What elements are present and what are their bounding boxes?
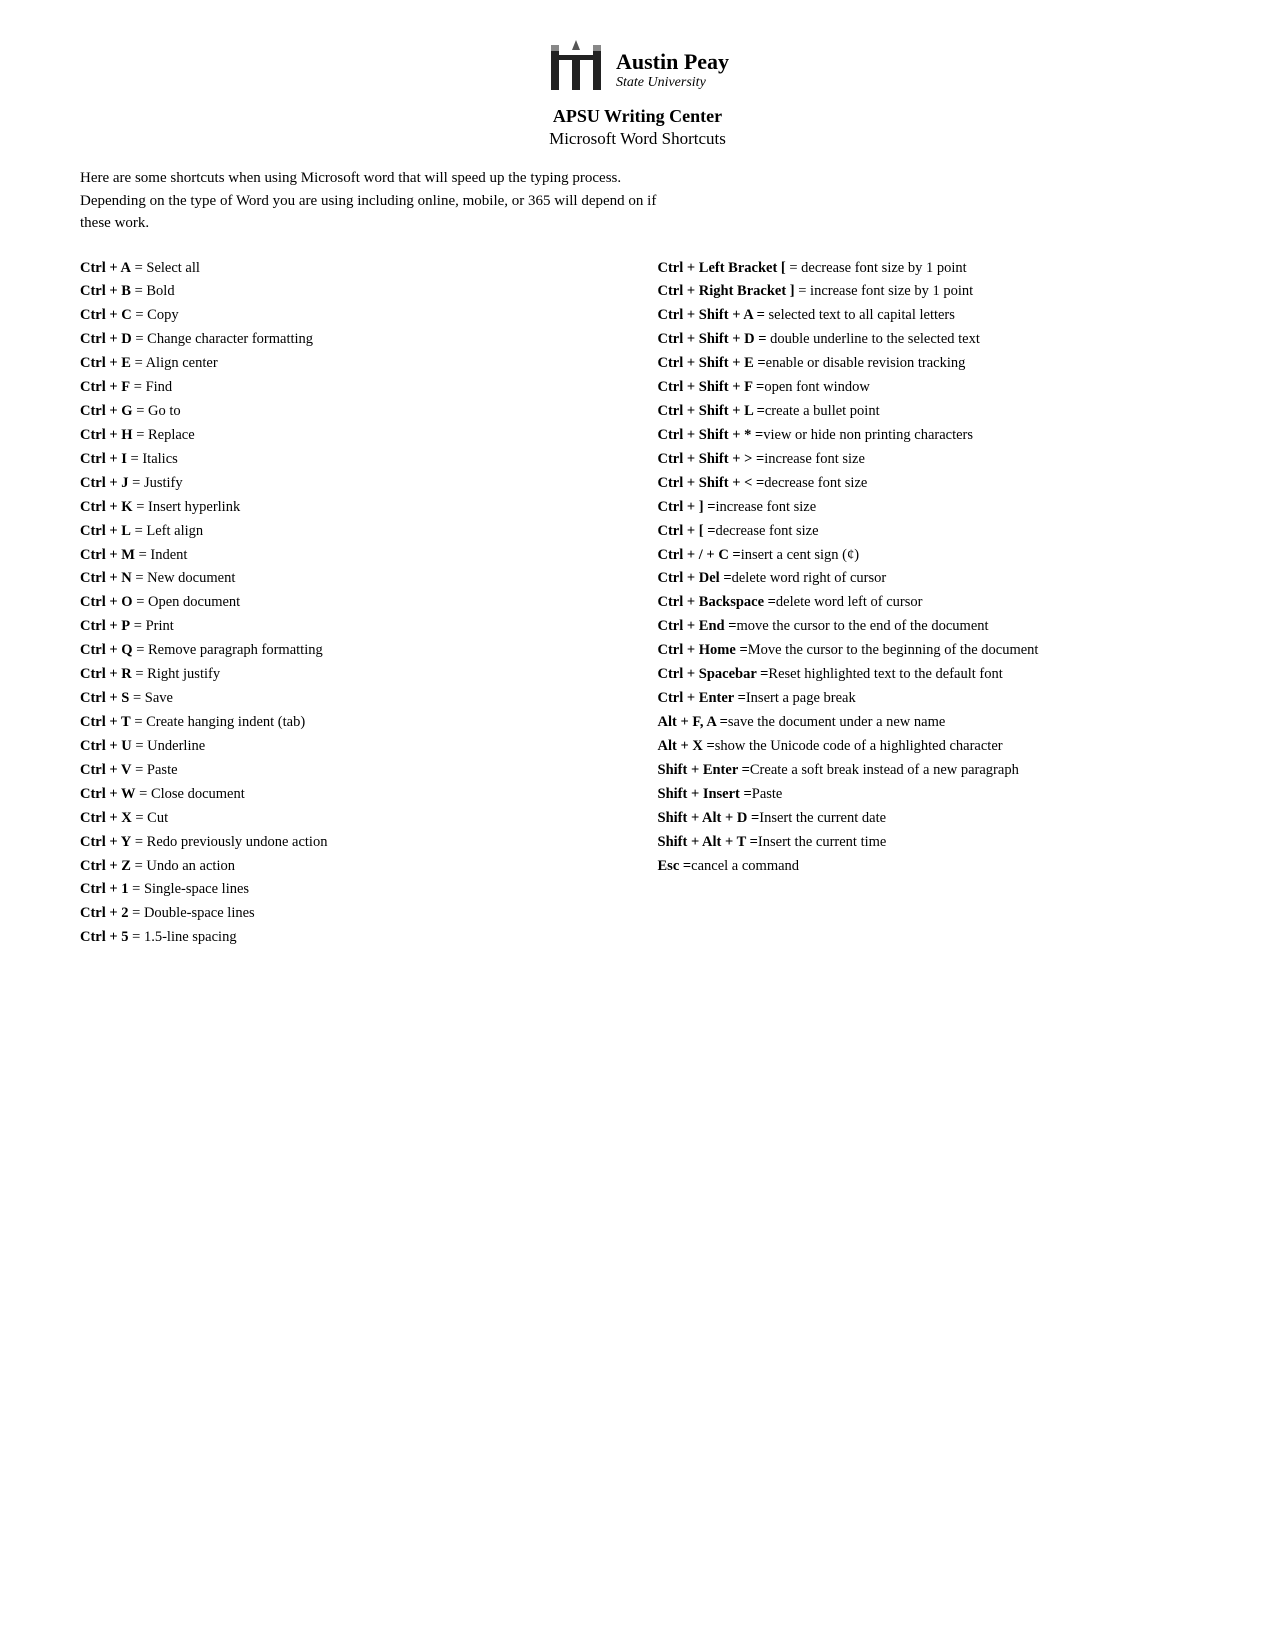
- shortcut-item: Ctrl + [ =decrease font size: [658, 520, 1196, 544]
- shortcut-item: Ctrl + Shift + > =increase font size: [658, 448, 1196, 472]
- shortcut-item: Shift + Enter =Create a soft break inste…: [658, 759, 1196, 783]
- shortcut-item: Ctrl + Shift + A = selected text to all …: [658, 304, 1196, 328]
- shortcut-item: Ctrl + Del =delete word right of cursor: [658, 567, 1196, 591]
- shortcut-item: Ctrl + O = Open document: [80, 591, 618, 615]
- shortcut-item: Ctrl + ] =increase font size: [658, 496, 1196, 520]
- shortcut-item: Ctrl + H = Replace: [80, 424, 618, 448]
- shortcut-item: Ctrl + U = Underline: [80, 735, 618, 759]
- shortcut-item: Ctrl + T = Create hanging indent (tab): [80, 711, 618, 735]
- shortcut-item: Ctrl + P = Print: [80, 615, 618, 639]
- shortcut-item: Ctrl + Left Bracket [ = decrease font si…: [658, 257, 1196, 281]
- shortcut-item: Ctrl + 2 = Double-space lines: [80, 902, 618, 926]
- shortcut-item: Ctrl + Shift + F =open font window: [658, 376, 1196, 400]
- shortcut-item: Ctrl + 5 = 1.5-line spacing: [80, 926, 618, 950]
- shortcut-item: Ctrl + B = Bold: [80, 280, 618, 304]
- shortcut-item: Ctrl + Spacebar =Reset highlighted text …: [658, 663, 1196, 687]
- shortcut-item: Esc =cancel a command: [658, 855, 1196, 879]
- shortcut-item: Ctrl + Enter =Insert a page break: [658, 687, 1196, 711]
- shortcut-item: Shift + Alt + D =Insert the current date: [658, 807, 1196, 831]
- shortcut-item: Ctrl + Shift + L =create a bullet point: [658, 400, 1196, 424]
- shortcut-item: Ctrl + Z = Undo an action: [80, 855, 618, 879]
- left-column: Ctrl + A = Select allCtrl + B = BoldCtrl…: [80, 257, 648, 951]
- shortcut-item: Ctrl + J = Justify: [80, 472, 618, 496]
- shortcut-item: Ctrl + R = Right justify: [80, 663, 618, 687]
- shortcut-item: Ctrl + Right Bracket ] = increase font s…: [658, 280, 1196, 304]
- shortcut-item: Ctrl + Shift + D = double underline to t…: [658, 328, 1196, 352]
- intro-line1: Here are some shortcuts when using Micro…: [80, 170, 621, 186]
- center-title: APSU Writing Center: [80, 106, 1195, 127]
- shortcut-item: Ctrl + X = Cut: [80, 807, 618, 831]
- shortcut-item: Alt + X =show the Unicode code of a high…: [658, 735, 1196, 759]
- shortcut-item: Ctrl + A = Select all: [80, 257, 618, 281]
- shortcut-item: Ctrl + L = Left align: [80, 520, 618, 544]
- shortcut-item: Ctrl + M = Indent: [80, 544, 618, 568]
- shortcut-item: Ctrl + W = Close document: [80, 783, 618, 807]
- shortcut-item: Ctrl + Shift + E =enable or disable revi…: [658, 352, 1196, 376]
- shortcut-item: Ctrl + G = Go to: [80, 400, 618, 424]
- shortcut-item: Ctrl + E = Align center: [80, 352, 618, 376]
- logo-area: Austin Peay State University: [80, 40, 1195, 100]
- logo-text: Austin Peay State University: [616, 49, 729, 91]
- shortcut-item: Ctrl + S = Save: [80, 687, 618, 711]
- shortcut-item: Ctrl + F = Find: [80, 376, 618, 400]
- apsu-logo-icon: [546, 40, 606, 100]
- shortcut-item: Shift + Alt + T =Insert the current time: [658, 831, 1196, 855]
- university-name-line2: State University: [616, 75, 729, 91]
- shortcut-item: Ctrl + Q = Remove paragraph formatting: [80, 639, 618, 663]
- shortcuts-container: Ctrl + A = Select allCtrl + B = BoldCtrl…: [80, 257, 1195, 951]
- shortcut-item: Ctrl + D = Change character formatting: [80, 328, 618, 352]
- shortcut-item: Ctrl + End =move the cursor to the end o…: [658, 615, 1196, 639]
- university-name-line1: Austin Peay: [616, 49, 729, 75]
- intro-text: Here are some shortcuts when using Micro…: [80, 167, 1195, 235]
- shortcut-item: Ctrl + I = Italics: [80, 448, 618, 472]
- shortcut-item: Ctrl + / + C =insert a cent sign (¢): [658, 544, 1196, 568]
- doc-title: Microsoft Word Shortcuts: [80, 129, 1195, 149]
- right-column: Ctrl + Left Bracket [ = decrease font si…: [648, 257, 1196, 951]
- shortcut-item: Ctrl + Home =Move the cursor to the begi…: [658, 639, 1196, 663]
- shortcut-item: Ctrl + Y = Redo previously undone action: [80, 831, 618, 855]
- intro-line2: Depending on the type of Word you are us…: [80, 193, 656, 209]
- header: Austin Peay State University APSU Writin…: [80, 40, 1195, 149]
- shortcut-item: Ctrl + Shift + * =view or hide non print…: [658, 424, 1196, 448]
- shortcut-item: Shift + Insert =Paste: [658, 783, 1196, 807]
- shortcut-item: Ctrl + Shift + < =decrease font size: [658, 472, 1196, 496]
- shortcut-item: Alt + F, A =save the document under a ne…: [658, 711, 1196, 735]
- shortcut-item: Ctrl + K = Insert hyperlink: [80, 496, 618, 520]
- intro-line3: these work.: [80, 215, 149, 231]
- shortcut-item: Ctrl + C = Copy: [80, 304, 618, 328]
- shortcut-item: Ctrl + V = Paste: [80, 759, 618, 783]
- shortcut-item: Ctrl + N = New document: [80, 567, 618, 591]
- shortcut-item: Ctrl + 1 = Single-space lines: [80, 878, 618, 902]
- shortcut-item: Ctrl + Backspace =delete word left of cu…: [658, 591, 1196, 615]
